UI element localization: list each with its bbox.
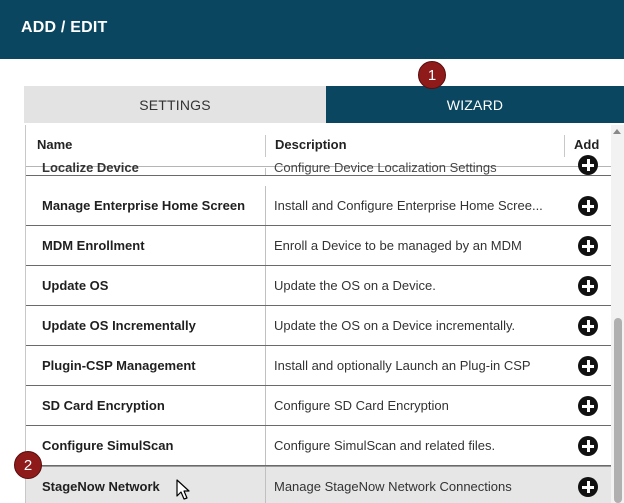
cell-divider: [265, 426, 266, 465]
cell-divider: [265, 306, 266, 345]
row-description: Install and Configure Enterprise Home Sc…: [274, 198, 543, 213]
row-description: Update the OS on a Device incrementally.: [274, 318, 516, 333]
table-row[interactable]: Plugin-CSP Management Install and option…: [26, 346, 615, 386]
tab-settings[interactable]: SETTINGS: [24, 86, 326, 123]
cell-divider: [265, 467, 266, 503]
row-description: Enroll a Device to be managed by an MDM: [274, 238, 522, 253]
callout-badge-1: 1: [418, 61, 446, 89]
row-name: MDM Enrollment: [42, 238, 145, 253]
table-row[interactable]: SD Card Encryption Configure SD Card Enc…: [26, 386, 615, 426]
callout-badge-2: 2: [14, 451, 42, 479]
row-name: Manage Enterprise Home Screen: [42, 198, 246, 213]
scroll-up-arrow-icon[interactable]: [613, 129, 621, 134]
table-row[interactable]: Manage Enterprise Home Screen Install an…: [26, 186, 615, 226]
row-name: Plugin-CSP Management: [42, 358, 196, 373]
column-divider[interactable]: [265, 135, 266, 157]
header-bar: ADD / EDIT: [0, 0, 624, 59]
table-row[interactable]: Update OS Incrementally Update the OS on…: [26, 306, 615, 346]
add-icon[interactable]: [578, 196, 598, 216]
scroll-thumb[interactable]: [614, 318, 622, 503]
vertical-scrollbar[interactable]: [611, 125, 624, 503]
cell-divider: [265, 386, 266, 425]
tab-bar: SETTINGS WIZARD: [24, 86, 624, 123]
add-icon[interactable]: [578, 396, 598, 416]
page-title: ADD / EDIT: [21, 19, 108, 36]
add-icon[interactable]: [578, 236, 598, 256]
row-description: Configure SimulScan and related files.: [274, 438, 496, 453]
row-description: Update the OS on a Device.: [274, 278, 436, 293]
cell-divider: [265, 266, 266, 305]
row-name: Update OS: [42, 278, 109, 293]
cell-divider: [265, 168, 266, 175]
row-description: Configure Device Localization Settings: [274, 160, 497, 175]
row-description: Configure SD Card Encryption: [274, 398, 449, 413]
row-description: Manage StageNow Network Connections: [274, 479, 512, 494]
table-row[interactable]: Update OS Update the OS on a Device.: [26, 266, 615, 306]
row-name: Localize Device: [42, 160, 139, 175]
cell-divider: [265, 346, 266, 385]
cell-divider: [265, 186, 266, 225]
add-icon[interactable]: [578, 155, 598, 175]
table-row-hovered[interactable]: StageNow Network Manage StageNow Network…: [26, 466, 615, 503]
table-row[interactable]: Configure SimulScan Configure SimulScan …: [26, 426, 615, 466]
row-name: Update OS Incrementally: [42, 318, 196, 333]
add-icon[interactable]: [578, 316, 598, 336]
cell-divider: [265, 226, 266, 265]
column-divider[interactable]: [564, 135, 565, 157]
table-row[interactable]: Localize Device Configure Device Localiz…: [26, 155, 615, 176]
tab-wizard[interactable]: WIZARD: [326, 86, 624, 123]
row-name: Configure SimulScan: [42, 438, 174, 453]
table-row[interactable]: MDM Enrollment Enroll a Device to be man…: [26, 226, 615, 266]
column-header-name[interactable]: Name: [37, 137, 72, 152]
add-icon[interactable]: [578, 356, 598, 376]
column-header-add: Add: [574, 137, 600, 152]
column-header-description[interactable]: Description: [275, 137, 347, 152]
add-icon[interactable]: [578, 436, 598, 456]
row-name: StageNow Network: [42, 479, 160, 494]
row-description: Install and optionally Launch an Plug-in…: [274, 358, 531, 373]
row-name: SD Card Encryption: [42, 398, 165, 413]
add-icon[interactable]: [578, 477, 598, 497]
add-icon[interactable]: [578, 276, 598, 296]
mouse-pointer-icon: [176, 479, 190, 500]
wizard-table: Name Description Add Localize Device Con…: [25, 125, 624, 503]
